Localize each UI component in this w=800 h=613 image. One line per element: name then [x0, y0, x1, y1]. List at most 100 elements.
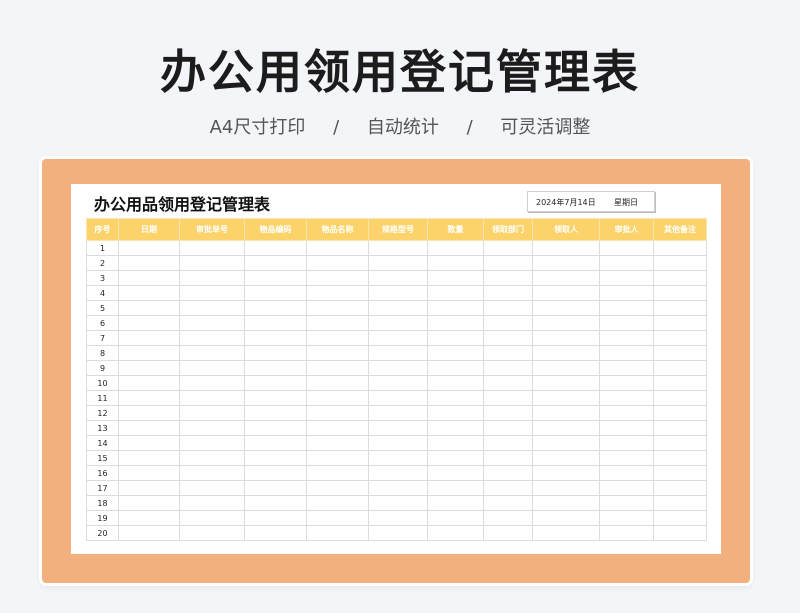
- table-cell[interactable]: [427, 315, 484, 331]
- table-cell[interactable]: [532, 435, 600, 451]
- table-cell[interactable]: [532, 375, 600, 391]
- table-cell[interactable]: [118, 525, 180, 541]
- table-cell[interactable]: [653, 405, 707, 421]
- table-cell[interactable]: [483, 240, 533, 256]
- table-cell[interactable]: [599, 435, 654, 451]
- table-cell[interactable]: [368, 270, 428, 286]
- table-cell[interactable]: [427, 285, 484, 301]
- table-cell[interactable]: [653, 525, 707, 541]
- table-cell[interactable]: [368, 390, 428, 406]
- table-cell[interactable]: [244, 465, 307, 481]
- table-cell[interactable]: [427, 480, 484, 496]
- table-cell[interactable]: [244, 330, 307, 346]
- table-cell[interactable]: [427, 390, 484, 406]
- table-cell[interactable]: [306, 420, 369, 436]
- table-cell[interactable]: [244, 255, 307, 271]
- table-cell[interactable]: [653, 375, 707, 391]
- table-cell[interactable]: [427, 465, 484, 481]
- table-cell[interactable]: [244, 300, 307, 316]
- table-cell[interactable]: [306, 465, 369, 481]
- table-cell[interactable]: [532, 405, 600, 421]
- table-cell[interactable]: [179, 330, 245, 346]
- table-cell[interactable]: [653, 480, 707, 496]
- table-cell[interactable]: [118, 420, 180, 436]
- table-cell[interactable]: [179, 255, 245, 271]
- table-cell[interactable]: [368, 255, 428, 271]
- table-cell[interactable]: [653, 495, 707, 511]
- table-cell[interactable]: [599, 375, 654, 391]
- table-cell[interactable]: [306, 300, 369, 316]
- table-cell[interactable]: [368, 315, 428, 331]
- table-cell[interactable]: [427, 270, 484, 286]
- table-cell[interactable]: [368, 450, 428, 466]
- table-cell[interactable]: [483, 345, 533, 361]
- table-cell[interactable]: [483, 390, 533, 406]
- table-cell[interactable]: [179, 285, 245, 301]
- table-cell[interactable]: [483, 435, 533, 451]
- table-cell[interactable]: [306, 270, 369, 286]
- table-cell[interactable]: [179, 525, 245, 541]
- table-cell[interactable]: [599, 240, 654, 256]
- table-cell[interactable]: [118, 435, 180, 451]
- table-cell[interactable]: [653, 420, 707, 436]
- table-cell[interactable]: [179, 420, 245, 436]
- table-cell[interactable]: [306, 435, 369, 451]
- table-cell[interactable]: [532, 495, 600, 511]
- row-index-cell[interactable]: 18: [86, 495, 119, 511]
- table-cell[interactable]: [306, 525, 369, 541]
- table-cell[interactable]: [179, 450, 245, 466]
- table-cell[interactable]: [483, 285, 533, 301]
- table-cell[interactable]: [244, 480, 307, 496]
- table-cell[interactable]: [532, 510, 600, 526]
- table-cell[interactable]: [653, 255, 707, 271]
- table-cell[interactable]: [368, 360, 428, 376]
- table-cell[interactable]: [483, 315, 533, 331]
- table-cell[interactable]: [118, 405, 180, 421]
- table-cell[interactable]: [368, 435, 428, 451]
- table-cell[interactable]: [532, 345, 600, 361]
- table-cell[interactable]: [427, 375, 484, 391]
- row-index-cell[interactable]: 4: [86, 285, 119, 301]
- table-cell[interactable]: [368, 240, 428, 256]
- table-cell[interactable]: [483, 495, 533, 511]
- table-cell[interactable]: [118, 345, 180, 361]
- table-cell[interactable]: [653, 345, 707, 361]
- table-cell[interactable]: [306, 345, 369, 361]
- table-cell[interactable]: [532, 465, 600, 481]
- table-cell[interactable]: [427, 255, 484, 271]
- table-cell[interactable]: [179, 480, 245, 496]
- date-box[interactable]: 2024年7月14日 星期日: [527, 191, 655, 212]
- table-cell[interactable]: [118, 240, 180, 256]
- table-cell[interactable]: [368, 480, 428, 496]
- table-cell[interactable]: [532, 285, 600, 301]
- table-cell[interactable]: [244, 345, 307, 361]
- table-cell[interactable]: [306, 240, 369, 256]
- table-cell[interactable]: [532, 450, 600, 466]
- table-cell[interactable]: [306, 255, 369, 271]
- table-cell[interactable]: [118, 255, 180, 271]
- table-cell[interactable]: [483, 255, 533, 271]
- table-cell[interactable]: [483, 405, 533, 421]
- table-cell[interactable]: [427, 450, 484, 466]
- table-cell[interactable]: [483, 330, 533, 346]
- row-index-cell[interactable]: 16: [86, 465, 119, 481]
- table-cell[interactable]: [599, 255, 654, 271]
- table-cell[interactable]: [427, 420, 484, 436]
- table-cell[interactable]: [368, 420, 428, 436]
- table-cell[interactable]: [653, 450, 707, 466]
- row-index-cell[interactable]: 1: [86, 240, 119, 256]
- table-cell[interactable]: [244, 495, 307, 511]
- table-cell[interactable]: [427, 495, 484, 511]
- table-cell[interactable]: [179, 240, 245, 256]
- table-cell[interactable]: [244, 420, 307, 436]
- table-cell[interactable]: [427, 525, 484, 541]
- table-cell[interactable]: [599, 420, 654, 436]
- table-cell[interactable]: [599, 345, 654, 361]
- table-cell[interactable]: [179, 510, 245, 526]
- table-cell[interactable]: [306, 495, 369, 511]
- table-cell[interactable]: [244, 315, 307, 331]
- table-cell[interactable]: [118, 360, 180, 376]
- table-cell[interactable]: [118, 450, 180, 466]
- table-cell[interactable]: [306, 360, 369, 376]
- table-cell[interactable]: [427, 510, 484, 526]
